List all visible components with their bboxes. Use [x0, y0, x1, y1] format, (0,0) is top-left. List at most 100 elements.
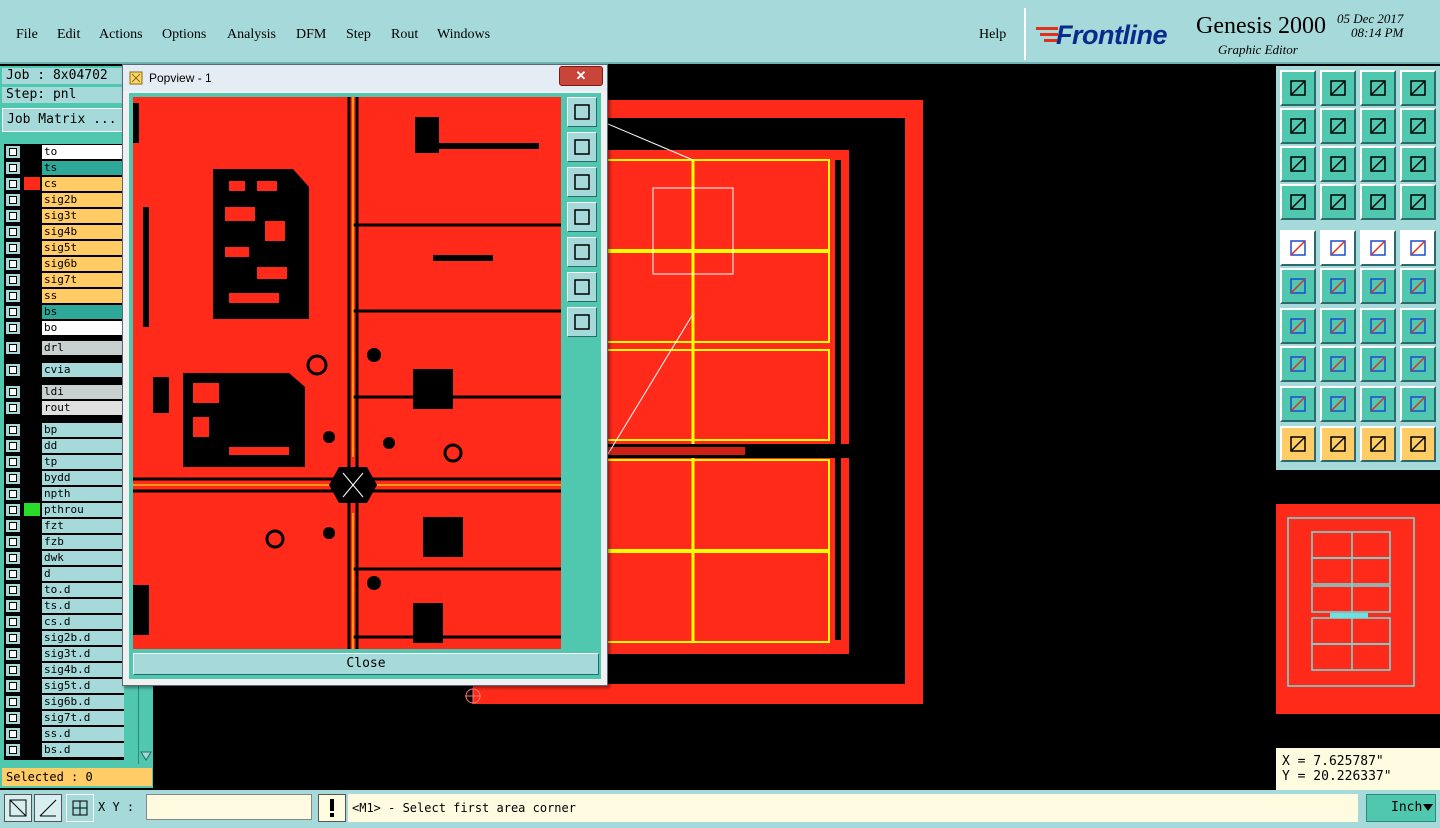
overview-map[interactable]	[1276, 474, 1440, 748]
layer-row[interactable]: sig6b.d	[4, 694, 124, 709]
layer-display-checkbox[interactable]	[6, 402, 20, 414]
layer-display-checkbox[interactable]	[6, 194, 20, 206]
layer-name[interactable]: ts	[42, 161, 124, 175]
layer-name[interactable]: bydd	[42, 471, 124, 485]
layer-display-checkbox[interactable]	[6, 744, 20, 756]
layer-row[interactable]: to	[4, 144, 124, 159]
scale-1-2-button[interactable]	[1360, 146, 1396, 182]
layer-display-checkbox[interactable]	[6, 600, 20, 612]
popview-canvas[interactable]	[133, 97, 561, 649]
select-point-button[interactable]	[1280, 230, 1316, 266]
layer-display-checkbox[interactable]	[6, 488, 20, 500]
pop-fit-button[interactable]	[567, 272, 597, 302]
layer-name[interactable]: npth	[42, 487, 124, 501]
layer-name[interactable]: dwk	[42, 551, 124, 565]
layer-row[interactable]: bp	[4, 422, 124, 437]
layer-color-swatch[interactable]	[24, 401, 40, 414]
zoom-fit-button[interactable]	[1280, 146, 1316, 182]
layer-display-checkbox[interactable]	[6, 456, 20, 468]
layer-name[interactable]: rout	[42, 401, 124, 415]
menu-windows[interactable]: Windows	[437, 27, 490, 43]
draw-line-button[interactable]	[1320, 230, 1356, 266]
pointer-button[interactable]	[1280, 426, 1316, 462]
layer-row[interactable]: dwk	[4, 550, 124, 565]
layer-name[interactable]: sig2b.d	[42, 631, 124, 645]
layer-color-swatch[interactable]	[24, 455, 40, 468]
move-up-button[interactable]	[1280, 70, 1316, 106]
layer-color-swatch[interactable]	[24, 519, 40, 532]
select-box-button[interactable]	[1320, 426, 1356, 462]
layer-row[interactable]: sig3t	[4, 208, 124, 223]
layer-color-swatch[interactable]	[24, 177, 40, 190]
layer-row[interactable]: cs	[4, 176, 124, 191]
zoom-center-button[interactable]	[1320, 146, 1356, 182]
pad-button[interactable]	[1400, 230, 1436, 266]
layer-display-checkbox[interactable]	[6, 440, 20, 452]
alert-button[interactable]	[318, 794, 346, 822]
connect-nodes-button[interactable]	[1280, 268, 1316, 304]
layer-color-swatch[interactable]	[24, 471, 40, 484]
layer-name[interactable]: bs.d	[42, 743, 124, 757]
flip-horizontal-button[interactable]	[1360, 108, 1396, 144]
layer-name[interactable]: sig5t	[42, 241, 124, 255]
layer-display-checkbox[interactable]	[6, 306, 20, 318]
layer-name[interactable]: fzb	[42, 535, 124, 549]
layer-display-checkbox[interactable]	[6, 616, 20, 628]
layer-name[interactable]: to	[42, 145, 124, 159]
layer-color-swatch[interactable]	[24, 599, 40, 612]
layer-name[interactable]: bs	[42, 305, 124, 319]
layer-display-checkbox[interactable]	[6, 728, 20, 740]
pop-pan-right-button[interactable]	[567, 237, 597, 267]
layer-row[interactable]: ts	[4, 160, 124, 175]
layer-color-swatch[interactable]	[24, 423, 40, 436]
layer-display-checkbox[interactable]	[6, 274, 20, 286]
redraw-button[interactable]	[1400, 108, 1436, 144]
layer-row[interactable]: to.d	[4, 582, 124, 597]
layer-name[interactable]: sig2b	[42, 193, 124, 207]
menu-dfm[interactable]: DFM	[296, 27, 326, 43]
layer-color-swatch[interactable]	[24, 321, 40, 334]
menu-edit[interactable]: Edit	[57, 27, 80, 43]
layer-color-swatch[interactable]	[24, 663, 40, 676]
layer-row[interactable]: ss.d	[4, 726, 124, 741]
layer-color-swatch[interactable]	[24, 727, 40, 740]
layer-row[interactable]: bo	[4, 320, 124, 335]
resize-button[interactable]	[1360, 346, 1396, 382]
pan-right-button[interactable]	[1320, 108, 1356, 144]
layer-color-swatch[interactable]	[24, 209, 40, 222]
layer-row[interactable]: sig7t.d	[4, 710, 124, 725]
layer-display-checkbox[interactable]	[6, 226, 20, 238]
layer-row[interactable]: fzt	[4, 518, 124, 533]
layer-display-checkbox[interactable]	[6, 210, 20, 222]
layer-name[interactable]: ts.d	[42, 599, 124, 613]
move-node-button[interactable]	[1400, 268, 1436, 304]
layer-row[interactable]: bs	[4, 304, 124, 319]
layer-color-swatch[interactable]	[24, 695, 40, 708]
move-down-button[interactable]	[1320, 70, 1356, 106]
layer-name[interactable]: sig5t.d	[42, 679, 124, 693]
layer-row[interactable]: dd	[4, 438, 124, 453]
layer-row[interactable]: drl	[4, 340, 124, 355]
text-d-button[interactable]	[1400, 386, 1436, 422]
delete-line-button[interactable]	[1320, 346, 1356, 382]
group-button[interactable]	[1400, 346, 1436, 382]
layer-display-checkbox[interactable]	[6, 568, 20, 580]
layer-row[interactable]: sig2b.d	[4, 630, 124, 645]
layer-display-checkbox[interactable]	[6, 696, 20, 708]
layer-color-swatch[interactable]	[24, 567, 40, 580]
layer-display-checkbox[interactable]	[6, 290, 20, 302]
scroll-down-icon[interactable]	[140, 750, 152, 762]
layer-color-swatch[interactable]	[24, 341, 40, 354]
layer-color-swatch[interactable]	[24, 161, 40, 174]
layers-toggle-a-button[interactable]	[1360, 184, 1396, 220]
layer-color-swatch[interactable]	[24, 241, 40, 254]
layer-color-swatch[interactable]	[24, 305, 40, 318]
layer-color-swatch[interactable]	[24, 679, 40, 692]
layer-row[interactable]: sig5t.d	[4, 678, 124, 693]
edit-line-button[interactable]	[1280, 308, 1316, 344]
help-query-button[interactable]	[1400, 146, 1436, 182]
layer-row[interactable]: sig2b	[4, 192, 124, 207]
layer-name[interactable]: bp	[42, 423, 124, 437]
menu-file[interactable]: File	[16, 27, 38, 43]
pop-zoom-in-button[interactable]	[567, 97, 597, 127]
